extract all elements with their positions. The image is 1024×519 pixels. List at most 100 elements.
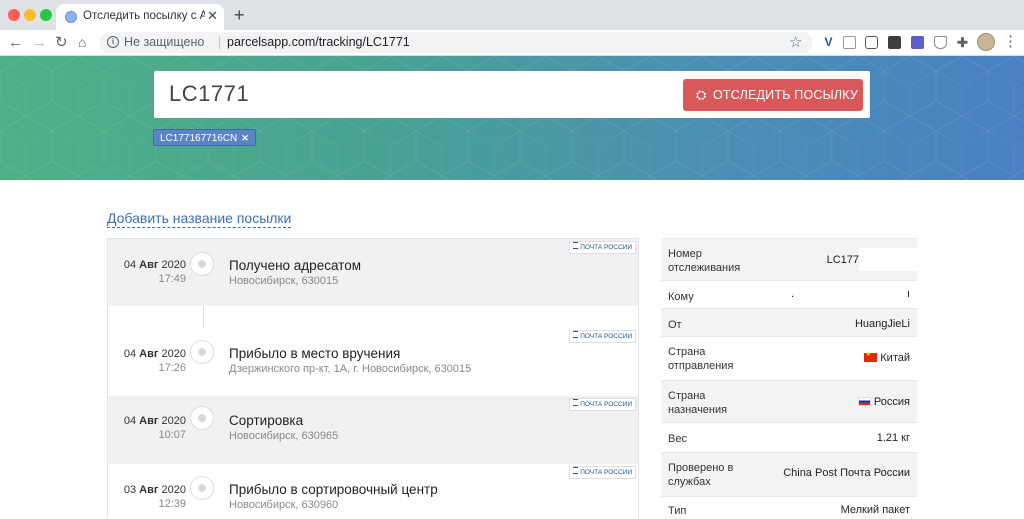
info-icon[interactable]: i	[107, 36, 119, 48]
detail-value: ı	[906, 288, 910, 300]
detail-label: Тип	[668, 505, 687, 517]
detail-row-type: Тип Мелкий пакет	[661, 496, 917, 517]
extension-icon[interactable]	[911, 36, 924, 49]
detail-value: LC177	[826, 254, 859, 266]
reader-extension-icon[interactable]	[843, 36, 856, 49]
event-location: Новосибирск, 630965	[229, 430, 339, 442]
tab-title: Отследить посылку с Алиэкспресс	[83, 10, 205, 22]
event-title: Получено адресатом	[229, 258, 361, 273]
event-title: Сортировка	[229, 413, 304, 428]
search-hero: LC1771 ⛭ ОТСЛЕДИТЬ ПОСЫЛКУ LC177167716CN…	[0, 56, 1024, 180]
event-date: 04 Авг 2020	[123, 348, 186, 360]
detail-value: HuangJieLi	[854, 318, 910, 330]
url-text[interactable]: parcelsapp.com/tracking/LC1771	[227, 35, 410, 49]
carrier-badge: ПОЧТА РОССИИ	[569, 466, 636, 479]
shield-icon[interactable]	[934, 36, 947, 49]
detail-row-destination-country: Страна назначения Россия	[661, 380, 917, 423]
window-zoom-button[interactable]	[40, 9, 52, 21]
russia-flag-icon	[857, 397, 871, 406]
detail-row-recipient: Кому . ı	[661, 280, 917, 309]
detail-row-sender: От HuangJieLi	[661, 308, 917, 337]
detail-value: .	[790, 288, 794, 300]
timeline-event: ПОЧТА РОССИИ 04 Авг 2020 17:26 Прибыло в…	[108, 328, 638, 396]
timeline-dot-icon	[190, 252, 214, 276]
plus-icon[interactable]: +	[234, 5, 245, 25]
event-location: Новосибирск, 630960	[229, 499, 339, 511]
track-parcel-button[interactable]: ⛭ ОТСЛЕДИТЬ ПОСЫЛКУ	[683, 79, 863, 111]
detail-label: Кому	[668, 291, 694, 303]
carrier-badge-label: ПОЧТА РОССИИ	[580, 244, 632, 251]
address-bar[interactable]: i Не защищено parcelsapp.com/tracking/LC…	[99, 32, 813, 53]
tracking-number-chip[interactable]: LC177167716CN ✕	[153, 129, 256, 146]
home-icon[interactable]: ⌂	[78, 34, 86, 51]
detail-row-tracking-number: Номер отслеживания LC177	[661, 238, 917, 281]
event-time: 17:26	[158, 362, 186, 374]
puzzle-icon[interactable]: ✚	[956, 36, 969, 49]
china-post-link[interactable]: China Post	[783, 467, 837, 479]
event-location: Новосибирск, 630015	[229, 275, 339, 287]
browser-tab-bar: Отследить посылку с Алиэкспресс ✕ +	[0, 0, 1024, 30]
detail-row-weight: Вес 1.21 кг	[661, 422, 917, 453]
carrier-badge: ПОЧТА РОССИИ	[569, 330, 636, 343]
forward-arrow-icon[interactable]: →	[32, 34, 47, 51]
history-extension-icon[interactable]	[888, 36, 901, 49]
carrier-badge: ПОЧТА РОССИИ	[569, 241, 636, 254]
window-minimize-button[interactable]	[24, 9, 36, 21]
russian-post-logo-icon	[573, 399, 579, 406]
timeline-event: ПОЧТА РОССИИ 04 Авг 2020 10:07 Сортировк…	[108, 396, 638, 464]
china-flag-icon	[864, 350, 878, 362]
close-icon[interactable]: ✕	[207, 8, 218, 24]
timeline-event: ПОЧТА РОССИИ 04 Авг 2020 17:49 Получено …	[108, 239, 638, 306]
russian-post-logo-icon	[573, 242, 579, 249]
detail-label: Страна отправления	[668, 346, 734, 372]
add-parcel-name-link[interactable]: Добавить название посылки	[107, 210, 292, 228]
tracking-timeline: ПОЧТА РОССИИ 04 Авг 2020 17:49 Получено …	[107, 238, 639, 519]
star-icon[interactable]: ☆	[789, 33, 802, 51]
detail-label: Проверено в службах	[668, 462, 734, 488]
event-time: 10:07	[158, 429, 186, 441]
avatar[interactable]	[977, 33, 995, 51]
event-date: 04 Авг 2020	[123, 259, 186, 271]
reload-icon[interactable]: ↻	[55, 34, 68, 51]
window-close-button[interactable]	[8, 9, 20, 21]
timeline-dot-icon	[190, 340, 214, 364]
detail-label: Страна назначения	[668, 390, 728, 416]
detail-label: От	[668, 319, 682, 331]
tracking-input[interactable]: LC1771	[169, 81, 249, 107]
detail-value: Россия	[857, 396, 910, 408]
detail-label: Номер отслеживания	[668, 248, 741, 274]
close-icon[interactable]: ✕	[241, 133, 249, 143]
event-title: Прибыло в сортировочный центр	[229, 482, 438, 497]
detail-row-checked-services: Проверено в службах China Post Почта Рос…	[661, 452, 917, 497]
divider	[219, 36, 220, 49]
globe-icon	[65, 11, 77, 23]
back-arrow-icon[interactable]: ←	[8, 34, 23, 51]
detail-value: 1.21 кг	[876, 432, 910, 444]
detail-value: Мелкий пакет	[840, 504, 910, 516]
russian-post-link[interactable]: Почта России	[840, 467, 910, 479]
event-title: Прибыло в место вручения	[229, 346, 401, 361]
event-date: 03 Авг 2020	[123, 484, 186, 496]
detail-value: Китай	[864, 350, 910, 364]
browser-tab[interactable]: Отследить посылку с Алиэкспресс ✕	[56, 4, 224, 30]
russian-post-logo-icon	[573, 331, 579, 338]
event-time: 17:49	[158, 273, 186, 285]
detail-label: Вес	[668, 433, 687, 445]
security-label[interactable]: Не защищено	[124, 35, 204, 49]
russian-post-logo-icon	[573, 467, 579, 474]
timeline-dot-icon	[190, 476, 214, 500]
redaction-mask	[859, 248, 917, 271]
vpn-extension-icon[interactable]: V	[822, 36, 835, 49]
tracking-search-box[interactable]: LC1771 ⛭ ОТСЛЕДИТЬ ПОСЫЛКУ	[154, 71, 870, 118]
event-time: 12:39	[158, 498, 186, 510]
track-button-label: ОТСЛЕДИТЬ ПОСЫЛКУ	[713, 88, 859, 102]
chip-label: LC177167716CN	[160, 133, 238, 144]
detail-row-origin-country: Страна отправления Китай	[661, 336, 917, 381]
menu-kebab-icon[interactable]: ⋮	[1003, 33, 1018, 50]
event-location: Дзержинского пр-кт, 1А, г. Новосибирск, …	[229, 363, 472, 375]
event-date: 04 Авг 2020	[123, 415, 186, 427]
pocket-extension-icon[interactable]	[865, 36, 878, 49]
browser-toolbar: ← → ↻ ⌂ i Не защищено parcelsapp.com/tra…	[0, 30, 1024, 56]
timeline-dot-icon	[190, 406, 214, 430]
binoculars-icon: ⛭	[696, 87, 707, 102]
